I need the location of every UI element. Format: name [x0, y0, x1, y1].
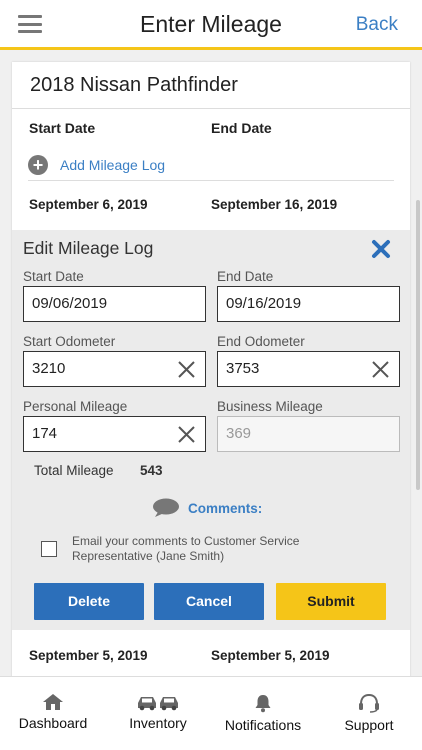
log-row-end-date[interactable]: September 5, 2019: [211, 648, 330, 663]
end-date-field[interactable]: 09/16/2019: [217, 286, 400, 322]
end-date-label: End Date: [217, 269, 274, 284]
tab-label: Notifications: [224, 717, 302, 733]
log-row-start-date[interactable]: September 5, 2019: [29, 648, 148, 663]
plus-circle-icon: +: [28, 155, 48, 175]
personal-mileage-field[interactable]: 174: [23, 416, 206, 452]
comments-label: Comments:: [188, 500, 263, 516]
cars-icon: [138, 697, 178, 711]
bell-icon: [255, 695, 271, 713]
tab-label: Support: [344, 717, 394, 733]
tab-label: Inventory: [129, 715, 187, 731]
tab-inventory[interactable]: Inventory: [110, 677, 206, 750]
total-mileage-label: Total Mileage: [34, 463, 114, 478]
edit-mileage-log-panel: Edit Mileage Log Start Date 09/06/2019 E…: [12, 230, 410, 630]
start-date-column-header: Start Date: [29, 120, 96, 136]
divider: [28, 180, 394, 181]
bottom-tab-bar: Dashboard Inventory Notifications Suppor…: [0, 676, 422, 750]
comments-button[interactable]: Comments:: [152, 498, 262, 518]
headset-icon: [359, 693, 379, 713]
tab-dashboard[interactable]: Dashboard: [4, 677, 102, 750]
house-icon: [43, 694, 63, 710]
back-button[interactable]: Back: [356, 14, 398, 36]
end-odometer-label: End Odometer: [217, 334, 305, 349]
add-mileage-log-label: Add Mileage Log: [60, 157, 166, 173]
business-mileage-label: Business Mileage: [217, 399, 323, 414]
total-mileage-value: 543: [140, 463, 163, 478]
app-header: Enter Mileage Back: [0, 0, 422, 50]
tab-notifications[interactable]: Notifications: [210, 677, 316, 750]
edit-panel-title: Edit Mileage Log: [23, 238, 154, 258]
log-row-end-date[interactable]: September 16, 2019: [211, 197, 337, 212]
tab-label: Dashboard: [18, 715, 88, 731]
clear-icon[interactable]: [372, 361, 389, 378]
divider: [12, 108, 410, 109]
log-row-start-date[interactable]: September 6, 2019: [29, 197, 148, 212]
mileage-card: 2018 Nissan Pathfinder Start Date End Da…: [12, 62, 410, 682]
personal-mileage-value: 174: [32, 425, 58, 442]
clear-icon[interactable]: [178, 426, 195, 443]
close-icon[interactable]: [370, 238, 392, 260]
cancel-button[interactable]: Cancel: [154, 583, 264, 620]
end-odometer-field[interactable]: 3753: [217, 351, 400, 387]
scrollbar[interactable]: [416, 200, 420, 490]
business-mileage-field: 369: [217, 416, 400, 452]
email-comments-label: Email your comments to Customer Service …: [72, 534, 300, 563]
speech-bubble-icon: [153, 498, 179, 517]
vehicle-name: 2018 Nissan Pathfinder: [30, 74, 238, 96]
end-date-column-header: End Date: [211, 120, 272, 136]
start-odometer-value: 3210: [32, 360, 66, 377]
start-date-field[interactable]: 09/06/2019: [23, 286, 206, 322]
start-odometer-label: Start Odometer: [23, 334, 116, 349]
tab-support[interactable]: Support: [324, 677, 414, 750]
start-odometer-field[interactable]: 3210: [23, 351, 206, 387]
end-odometer-value: 3753: [226, 360, 260, 377]
start-date-label: Start Date: [23, 269, 84, 284]
delete-button[interactable]: Delete: [34, 583, 144, 620]
email-comments-checkbox[interactable]: [41, 541, 57, 557]
clear-icon[interactable]: [178, 361, 195, 378]
submit-button[interactable]: Submit: [276, 583, 386, 620]
add-mileage-log-button[interactable]: + Add Mileage Log: [28, 155, 165, 175]
personal-mileage-label: Personal Mileage: [23, 399, 128, 414]
